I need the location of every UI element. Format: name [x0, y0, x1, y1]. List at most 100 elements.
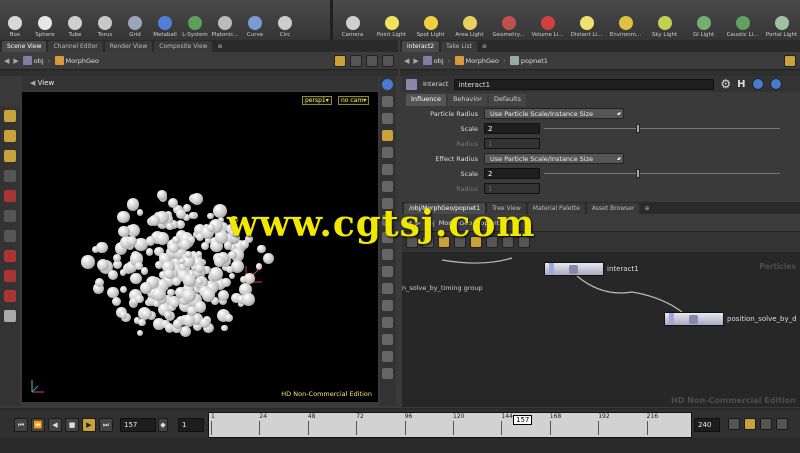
tab-influence[interactable]: Influence [406, 94, 446, 106]
edges-icon[interactable] [382, 300, 393, 311]
tab-render-view[interactable]: Render View [104, 41, 153, 52]
node-name-field[interactable]: interact1 [454, 78, 715, 90]
grid-snap-icon[interactable] [4, 290, 16, 302]
path-node[interactable]: MorphGeo [454, 56, 499, 65]
template-icon[interactable] [382, 164, 393, 175]
rotate-tool-icon[interactable] [4, 150, 16, 162]
pose-tool-icon[interactable] [4, 230, 16, 242]
shelf-right-tool-8[interactable]: Sky Light [645, 16, 684, 40]
particle-scale-slider[interactable] [544, 123, 780, 134]
cube-icon[interactable] [350, 54, 362, 67]
stop-icon[interactable]: ■ [65, 418, 79, 432]
lock-icon[interactable] [382, 96, 393, 107]
current-frame-field[interactable]: 157 [120, 418, 156, 432]
info-icon[interactable] [751, 78, 764, 90]
forward-icon[interactable]: ▶ [413, 57, 418, 65]
path-root[interactable]: obj [422, 56, 444, 65]
wireframe-icon[interactable] [382, 147, 393, 158]
shelf-left-tool-4[interactable]: Grid [120, 16, 150, 40]
node-interact1[interactable]: interact1 [544, 262, 639, 276]
forward-icon[interactable]: ▶ [13, 57, 18, 65]
end-frame-field[interactable]: 240 [694, 418, 720, 432]
play-icon[interactable]: ▶ [82, 418, 96, 432]
tab-behavior[interactable]: Behavior [447, 94, 487, 106]
step-back-icon[interactable]: ⏪ [31, 418, 45, 432]
point-numbers-icon[interactable] [382, 266, 393, 277]
shelf-right-tool-10[interactable]: Caustic Li... [723, 16, 762, 40]
handle-tool-icon[interactable] [4, 190, 16, 202]
back-icon[interactable]: ◀ [404, 57, 409, 65]
play-reverse-icon[interactable]: ◀ [48, 418, 62, 432]
scene-viewport[interactable]: persp1▾ no cam▾ HD Non-Commercial Editio… [22, 92, 378, 402]
view-tool-icon[interactable] [4, 210, 16, 222]
shelf-right-tool-1[interactable]: Point Light [372, 16, 411, 40]
frame-ruler[interactable]: 157 1 24 48 72 96 120 144 168 192 216 [208, 412, 692, 438]
frame-cursor[interactable]: 157 [513, 415, 533, 425]
move-tool-icon[interactable] [4, 130, 16, 142]
audio-icon[interactable] [728, 418, 740, 430]
gear-icon[interactable]: ⚙ [720, 77, 731, 91]
tab-composite-view[interactable]: Composite View [154, 41, 213, 52]
path-node[interactable]: MorphGeo [54, 56, 99, 65]
light-icon[interactable] [382, 113, 393, 124]
help-h-icon[interactable]: H [737, 79, 745, 90]
select-tool-icon[interactable] [4, 110, 16, 122]
shelf-left-tool-9[interactable]: Circ [270, 16, 300, 40]
go-end-icon[interactable]: ⏭ [99, 418, 113, 432]
camera-tool-icon[interactable] [4, 310, 16, 322]
display-options-icon[interactable] [366, 54, 378, 67]
add-tab-icon[interactable]: ⊕ [214, 41, 225, 52]
camera-view-icon[interactable] [382, 334, 393, 345]
effect-radius-menu[interactable]: Use Particle Scale/Instance Size [484, 153, 624, 164]
pin-icon[interactable] [334, 54, 346, 67]
go-start-icon[interactable]: ⏮ [14, 418, 28, 432]
shelf-left-tool-2[interactable]: Tube [60, 16, 90, 40]
shelf-right-tool-11[interactable]: Portal Light [762, 16, 800, 40]
persp-menu[interactable]: persp1▾ [302, 96, 332, 105]
effect-scale-slider[interactable] [544, 168, 780, 179]
shelf-right-tool-3[interactable]: Area Light [450, 16, 489, 40]
node-position-solve[interactable]: position_solve_by_d [664, 312, 797, 326]
path-root[interactable]: obj [22, 56, 44, 65]
shelf-left-tool-7[interactable]: Platonic... [210, 16, 240, 40]
shelf-left-tool-6[interactable]: L-System [180, 16, 210, 40]
shelf-right-tool-0[interactable]: Camera [333, 16, 372, 40]
node-timing-label[interactable]: n_solve_by_timing group [402, 284, 483, 292]
shelf-left-tool-3[interactable]: Torus [90, 16, 120, 40]
path-leaf[interactable]: popnet1 [509, 56, 548, 65]
tab-scene-view[interactable]: Scene View [2, 41, 47, 52]
vertex-icon[interactable] [382, 283, 393, 294]
particle-scale-field[interactable]: 2 [484, 123, 540, 134]
help-icon[interactable] [382, 79, 393, 90]
arrow-tool-icon[interactable] [4, 170, 16, 182]
playback-settings-icon[interactable] [776, 418, 788, 430]
frame-stepper-icon[interactable]: ◆ [158, 418, 168, 432]
realtime-icon[interactable] [760, 418, 772, 430]
add-tab-icon[interactable]: ⊕ [479, 41, 490, 52]
shelf-right-tool-2[interactable]: Spot Light [411, 16, 450, 40]
flipbook-icon[interactable] [382, 351, 393, 362]
tab-interact2[interactable]: interact2 [402, 41, 440, 52]
pin-icon[interactable] [784, 54, 796, 67]
shelf-left-tool-1[interactable]: Sphere [30, 16, 60, 40]
bounds-icon[interactable] [382, 317, 393, 328]
key-icon[interactable] [744, 418, 756, 430]
particle-radius-menu[interactable]: Use Particle Scale/Instance Size [484, 108, 624, 119]
ghost-icon[interactable] [382, 181, 393, 192]
back-icon[interactable]: ◀ [4, 57, 9, 65]
help-icon[interactable] [769, 78, 782, 90]
shelf-right-tool-4[interactable]: Geometry... [489, 16, 528, 40]
snap-tool-icon[interactable] [4, 270, 16, 282]
shelf-left-tool-8[interactable]: Curve [240, 16, 270, 40]
shelf-left-tool-0[interactable]: Box [0, 16, 30, 40]
magnet-tool-icon[interactable] [4, 250, 16, 262]
tab-take-list[interactable]: Take List [441, 41, 477, 52]
effect-scale-field[interactable]: 2 [484, 168, 540, 179]
prim-numbers-icon[interactable] [382, 249, 393, 260]
step-field[interactable]: 1 [178, 418, 204, 432]
tab-channel-editor[interactable]: Channel Editor [48, 41, 103, 52]
shelf-right-tool-5[interactable]: Volume Li... [528, 16, 567, 40]
shelf-right-tool-9[interactable]: GI Light [684, 16, 723, 40]
shelf-right-tool-6[interactable]: Distant Li... [567, 16, 606, 40]
camera-menu[interactable]: no cam▾ [338, 96, 370, 105]
